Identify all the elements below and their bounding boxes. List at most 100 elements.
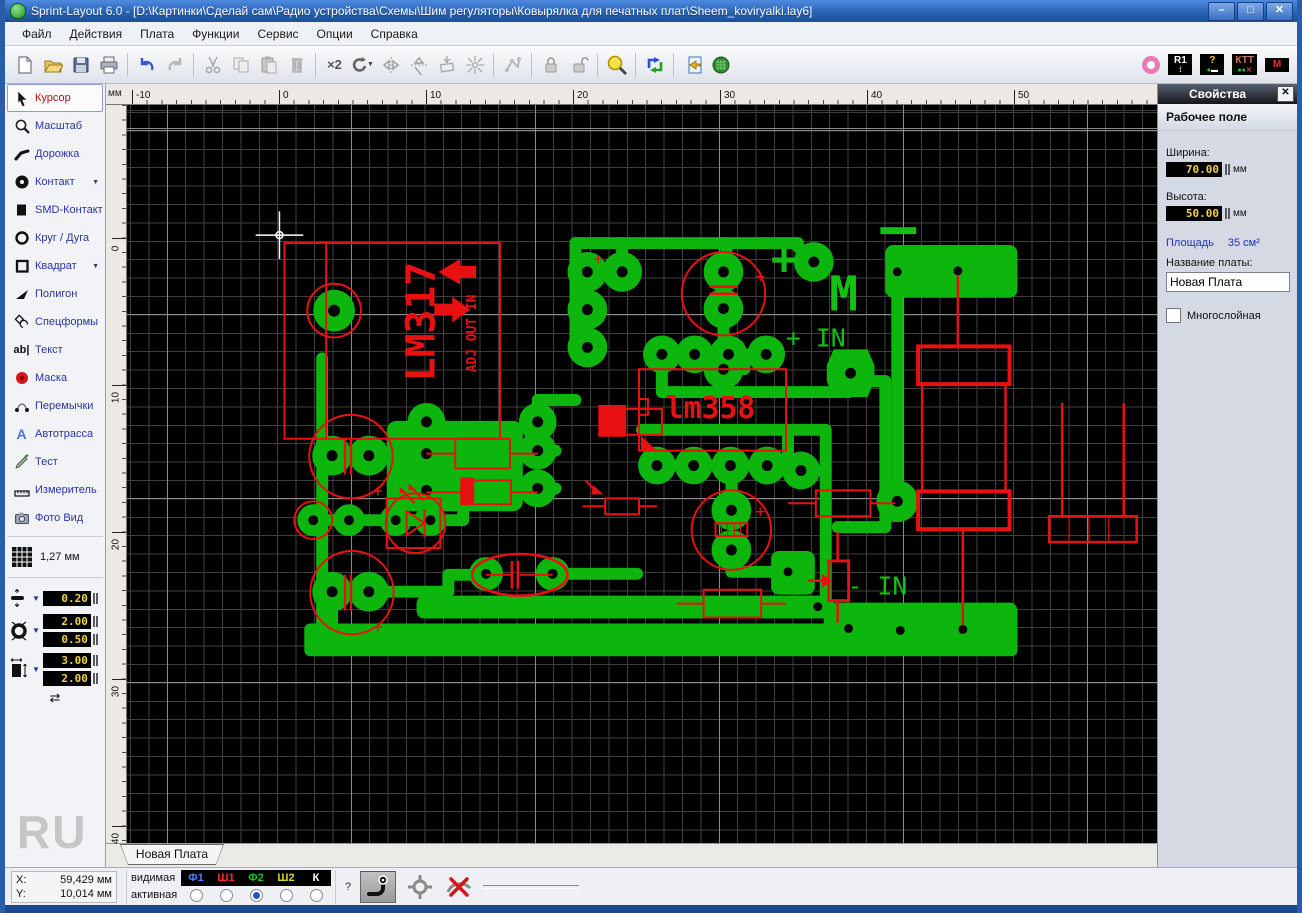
unlock-button[interactable] — [565, 51, 592, 78]
maximize-button[interactable]: □ — [1237, 1, 1264, 21]
macro-donut-icon[interactable] — [1142, 55, 1161, 74]
close-button[interactable]: ✕ — [1266, 1, 1293, 21]
smd-height-value[interactable]: 2.00 — [42, 671, 91, 686]
area-label: Площадь — [1166, 237, 1214, 249]
ktt-button[interactable]: КТТ ●●✕ — [1232, 54, 1257, 75]
tool-track[interactable]: Дорожка — [7, 140, 103, 168]
tool-test[interactable]: Тест — [7, 448, 103, 476]
layer-k-toggle[interactable]: К — [301, 870, 331, 886]
pad-outer-value[interactable]: 2.00 — [42, 614, 91, 629]
tool-cursor[interactable]: Курсор — [7, 84, 103, 112]
pad-drill-value[interactable]: 0.50 — [42, 632, 91, 647]
snap-center-button[interactable] — [461, 51, 488, 78]
layer-s2-toggle[interactable]: Ш2 — [271, 870, 301, 886]
align-button[interactable] — [433, 51, 460, 78]
tool-measure[interactable]: Измеритель — [7, 476, 103, 504]
lock-button[interactable] — [537, 51, 564, 78]
tool-autoroute[interactable]: A Автотрасса — [7, 420, 103, 448]
tool-photo-view[interactable]: Фото Вид — [7, 504, 103, 532]
redo-button[interactable] — [161, 51, 188, 78]
tool-zoom[interactable]: Масштаб — [7, 112, 103, 140]
connections-button[interactable] — [499, 51, 526, 78]
import-icon — [688, 56, 701, 73]
panel-close-button[interactable]: ✕ — [1277, 86, 1294, 102]
r1-designator-button[interactable]: R1 ⁞ — [1168, 54, 1193, 75]
tool-mask[interactable]: Маска — [7, 364, 103, 392]
menu-help[interactable]: Справка — [362, 24, 427, 44]
tool-jumpers[interactable]: Перемычки — [7, 392, 103, 420]
dropdown-arrow-icon[interactable]: ▼ — [32, 626, 40, 635]
dropdown-arrow-icon[interactable]: ▼ — [92, 179, 99, 186]
layer-s1-toggle[interactable]: Ш1 — [211, 870, 241, 886]
spinner-icon[interactable] — [1225, 208, 1230, 219]
print-button[interactable] — [95, 51, 122, 78]
mirror-vertical-button[interactable] — [405, 51, 432, 78]
tool-text[interactable]: ab| Текст — [7, 336, 103, 364]
radio-layer-f1[interactable] — [181, 888, 211, 902]
minimize-button[interactable]: – — [1208, 1, 1235, 21]
radio-layer-f2[interactable] — [241, 888, 271, 902]
square-icon — [13, 258, 30, 275]
rotate-button[interactable]: ▼ — [349, 51, 376, 78]
spinner-icon[interactable] — [92, 655, 98, 666]
layer-help[interactable]: ? — [345, 881, 351, 893]
board-name-input[interactable] — [1166, 272, 1290, 292]
open-file-button[interactable] — [39, 51, 66, 78]
tool-special-forms[interactable]: Спецформы — [7, 308, 103, 336]
tool-polygon[interactable]: Полигон — [7, 280, 103, 308]
paste-button[interactable] — [255, 51, 282, 78]
menu-service[interactable]: Сервис — [248, 24, 307, 44]
board-height-value[interactable]: 50.00 — [1166, 206, 1222, 221]
save-button[interactable] — [67, 51, 94, 78]
grid-selector[interactable]: 1,27 мм — [5, 541, 105, 573]
tool-square[interactable]: Квадрат ▼ — [7, 252, 103, 280]
tool-pad[interactable]: Контакт ▼ — [7, 168, 103, 196]
swap-layers-button[interactable] — [641, 51, 668, 78]
layer-f2-toggle[interactable]: Ф2 — [241, 870, 271, 886]
new-file-button[interactable] — [11, 51, 38, 78]
spinner-icon[interactable] — [1225, 164, 1230, 175]
dropdown-arrow-icon[interactable]: ▼ — [32, 594, 40, 603]
autosnap-button[interactable] — [405, 872, 435, 902]
board-width-value[interactable]: 70.00 — [1166, 162, 1222, 177]
photo-view-button[interactable] — [707, 51, 734, 78]
radio-layer-k[interactable] — [301, 888, 331, 902]
dropdown-arrow-icon[interactable]: ▼ — [32, 665, 40, 674]
menu-board[interactable]: Плата — [131, 24, 183, 44]
tool-circle-arc[interactable]: Круг / Дуга — [7, 224, 103, 252]
check-button[interactable]: ? ●▬ — [1200, 54, 1225, 75]
radio-layer-s1[interactable] — [211, 888, 241, 902]
m-button[interactable]: M — [1265, 57, 1289, 72]
swap-dimensions-button[interactable]: ⇄ — [5, 690, 105, 706]
radio-layer-s2[interactable] — [271, 888, 301, 902]
tool-smd-pad[interactable]: SMD-Контакт — [7, 196, 103, 224]
cut-button[interactable] — [199, 51, 226, 78]
menu-actions[interactable]: Действия — [61, 24, 132, 44]
delete-button[interactable] — [283, 51, 310, 78]
board-tab[interactable]: Новая Плата — [120, 844, 224, 865]
spinner-icon[interactable] — [92, 616, 98, 627]
menu-functions[interactable]: Функции — [183, 24, 248, 44]
multilayer-checkbox[interactable] — [1166, 308, 1181, 323]
undo-button[interactable] — [133, 51, 160, 78]
duplicate-button[interactable]: ×2 — [321, 51, 348, 78]
spinner-icon[interactable] — [92, 592, 98, 604]
layer-f1-toggle[interactable]: Ф1 — [181, 870, 211, 886]
menu-file[interactable]: Файл — [13, 24, 61, 44]
zoom-button[interactable] — [603, 51, 630, 78]
active-layer-radios — [181, 888, 331, 902]
smd-size-icon — [9, 657, 29, 680]
rubberband-off-button[interactable] — [444, 872, 474, 902]
pcb-canvas[interactable]: + M + IN - IN LM317 ADJ OUT IN lm358 + +… — [127, 105, 1157, 843]
import-button[interactable] — [679, 51, 706, 78]
track-mode-button[interactable] — [360, 870, 397, 903]
multilayer-option[interactable]: Многослойная — [1166, 308, 1289, 323]
menu-options[interactable]: Опции — [308, 24, 362, 44]
mirror-horizontal-button[interactable] — [377, 51, 404, 78]
smd-width-value[interactable]: 3.00 — [42, 653, 91, 668]
track-width-value[interactable]: 0.20 — [42, 590, 91, 606]
spinner-icon[interactable] — [92, 673, 98, 684]
copy-button[interactable] — [227, 51, 254, 78]
spinner-icon[interactable] — [92, 634, 98, 645]
dropdown-arrow-icon[interactable]: ▼ — [92, 263, 99, 270]
